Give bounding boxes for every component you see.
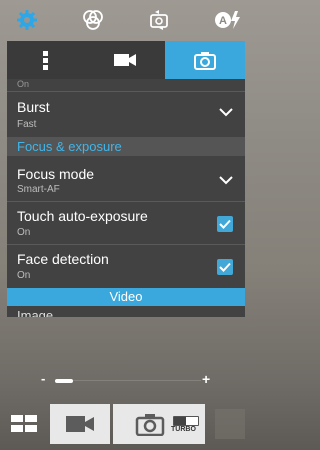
settings-panel: On Burst Fast Focus & exposure Focus mod… <box>7 41 245 317</box>
setting-label: Burst <box>17 99 50 115</box>
camera-icon <box>194 52 216 70</box>
video-camera-icon <box>66 416 94 432</box>
scrolled-setting-label: Image <box>17 308 54 317</box>
chevron-down-icon <box>219 108 233 117</box>
zoom-in-label[interactable]: + <box>202 371 210 387</box>
setting-value: On <box>17 270 31 281</box>
settings-gear-icon[interactable] <box>16 9 38 31</box>
settings-tabs <box>7 41 245 79</box>
touch-auto-exposure-checkbox[interactable] <box>217 216 233 232</box>
section-title: Video <box>109 289 143 304</box>
setting-value: Fast <box>17 119 37 130</box>
tab-video[interactable] <box>85 41 165 79</box>
svg-text:A: A <box>219 15 227 27</box>
more-vert-icon <box>43 51 48 70</box>
setting-label: Face detection <box>17 251 109 267</box>
camera-icon <box>135 414 165 436</box>
section-focus-exposure: Focus & exposure <box>7 137 245 156</box>
setting-label: Focus mode <box>17 166 95 182</box>
record-video-button[interactable] <box>50 404 110 444</box>
setting-face-detection[interactable]: Face detection On <box>7 245 245 287</box>
zoom-slider[interactable]: - + <box>0 370 253 392</box>
setting-value: Smart-AF <box>17 184 60 195</box>
setting-focus-mode[interactable]: Focus mode Smart-AF <box>7 160 245 202</box>
turbo-toggle-fill <box>174 417 186 425</box>
zoom-slider-track <box>73 380 201 381</box>
zoom-slider-thumb[interactable] <box>55 379 73 383</box>
chevron-down-icon <box>219 176 233 185</box>
auto-flash-icon[interactable]: A <box>214 9 242 31</box>
section-title: Focus & exposure <box>17 139 122 154</box>
setting-touch-auto-exposure[interactable]: Touch auto-exposure On <box>7 202 245 244</box>
face-detection-checkbox[interactable] <box>217 259 233 275</box>
scrolled-setting-value: On <box>17 79 30 89</box>
setting-label: Touch auto-exposure <box>17 208 148 224</box>
checkmark-icon <box>219 219 231 229</box>
top-toolbar: A <box>0 0 253 40</box>
zoom-out-label[interactable]: - <box>41 371 45 386</box>
bottom-bar: TURBO <box>0 401 253 450</box>
setting-value: On <box>17 227 31 238</box>
mode-grid-icon[interactable] <box>10 413 38 440</box>
setting-burst[interactable]: Burst Fast <box>7 92 245 134</box>
color-effects-icon[interactable] <box>82 9 104 31</box>
video-camera-icon <box>114 54 136 66</box>
section-video: Video <box>7 288 245 306</box>
turbo-toggle[interactable] <box>173 416 199 426</box>
tab-camera[interactable] <box>165 41 245 79</box>
switch-camera-icon[interactable] <box>148 9 170 31</box>
turbo-label: TURBO <box>171 426 196 433</box>
gallery-thumbnail[interactable] <box>215 409 245 439</box>
checkmark-icon <box>219 262 231 272</box>
shutter-button[interactable]: TURBO <box>113 404 205 444</box>
tab-more-options[interactable] <box>7 41 85 79</box>
